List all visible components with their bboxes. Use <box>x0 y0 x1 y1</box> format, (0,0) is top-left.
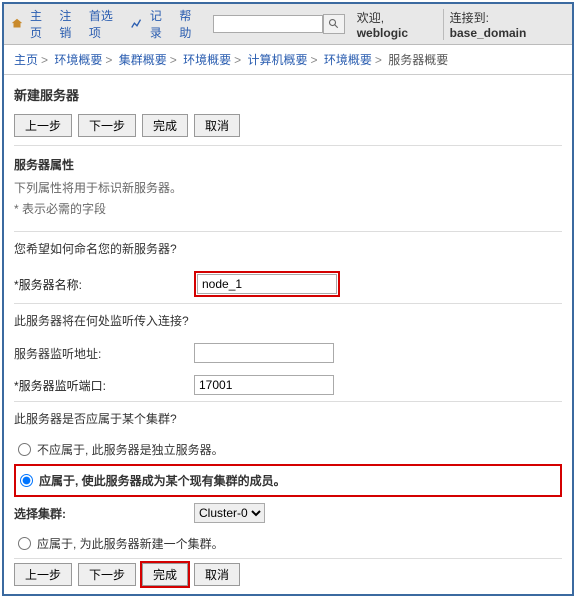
radio-existing[interactable] <box>20 474 33 487</box>
wizard-buttons-top: 上一步 下一步 完成 取消 <box>4 110 572 145</box>
radio-standalone-label: 不应属于, 此服务器是独立服务器。 <box>37 441 224 458</box>
question-listen: 此服务器将在何处监听传入连接? <box>4 304 572 337</box>
next-button[interactable]: 下一步 <box>78 114 136 137</box>
wizard-buttons-bottom: 上一步 下一步 完成 取消 <box>4 559 572 594</box>
breadcrumb: 主页> 环境概要> 集群概要> 环境概要> 计算机概要> 环境概要> 服务器概要 <box>4 45 572 75</box>
crumb-5[interactable]: 环境概要 <box>324 53 372 67</box>
nav-home[interactable]: 主页 <box>30 7 53 41</box>
crumb-4[interactable]: 计算机概要 <box>248 53 308 67</box>
page-title: 新建服务器 <box>4 75 572 110</box>
server-props-section: 服务器属性 下列属性将用于标识新服务器。 * 表示必需的字段 <box>4 146 572 231</box>
radio-new[interactable] <box>18 537 31 550</box>
question-name: 您希望如何命名您的新服务器? <box>4 232 572 265</box>
back-button[interactable]: 上一步 <box>14 114 72 137</box>
domain-name: base_domain <box>450 26 527 40</box>
input-server-name[interactable] <box>197 274 337 294</box>
crumb-3[interactable]: 环境概要 <box>183 53 231 67</box>
record-icon <box>130 17 144 31</box>
crumb-1[interactable]: 环境概要 <box>54 53 102 67</box>
finish-button-bottom[interactable]: 完成 <box>142 563 188 586</box>
radio-standalone[interactable] <box>18 443 31 456</box>
welcome-text: 欢迎, weblogic <box>357 9 437 40</box>
input-listen-port[interactable] <box>194 375 334 395</box>
props-heading: 服务器属性 <box>14 156 562 173</box>
radio-existing-label: 应属于, 使此服务器成为某个现有集群的成员。 <box>39 472 286 489</box>
crumb-2[interactable]: 集群概要 <box>119 53 167 67</box>
next-button-bottom[interactable]: 下一步 <box>78 563 136 586</box>
search-input[interactable] <box>213 15 323 33</box>
back-button-bottom[interactable]: 上一步 <box>14 563 72 586</box>
crumb-current: 服务器概要 <box>388 53 448 67</box>
highlight-existing-cluster: 应属于, 使此服务器成为某个现有集群的成员。 <box>14 464 562 497</box>
search-button[interactable] <box>323 14 345 34</box>
nav-logout[interactable]: 注销 <box>59 7 82 41</box>
radio-row-standalone: 不应属于, 此服务器是独立服务器。 <box>4 435 572 464</box>
required-note: * 表示必需的字段 <box>14 200 562 217</box>
cancel-button[interactable]: 取消 <box>194 114 240 137</box>
finish-button[interactable]: 完成 <box>142 114 188 137</box>
nav-preferences[interactable]: 首选项 <box>89 7 124 41</box>
home-icon <box>10 17 24 31</box>
search-box <box>213 14 345 34</box>
top-toolbar: 主页 注销 首选项 记录 帮助 欢迎, weblogic 连接到: base_d… <box>4 4 572 45</box>
nav-help[interactable]: 帮助 <box>179 7 202 41</box>
row-listen-port: *服务器监听端口: <box>4 369 572 401</box>
label-select-cluster: 选择集群: <box>14 505 194 522</box>
user-name: weblogic <box>357 26 408 40</box>
question-cluster: 此服务器是否应属于某个集群? <box>4 402 572 435</box>
label-server-name: *服务器名称: <box>14 276 194 293</box>
row-server-name: *服务器名称: <box>4 265 572 303</box>
row-listen-addr: 服务器监听地址: <box>4 337 572 369</box>
nav-record[interactable]: 记录 <box>150 7 173 41</box>
connection-text: 连接到: base_domain <box>443 9 566 40</box>
crumb-0[interactable]: 主页 <box>14 53 38 67</box>
cancel-button-bottom[interactable]: 取消 <box>194 563 240 586</box>
highlight-server-name <box>194 271 340 297</box>
input-listen-addr[interactable] <box>194 343 334 363</box>
props-desc: 下列属性将用于标识新服务器。 <box>14 179 562 196</box>
label-listen-port: *服务器监听端口: <box>14 377 194 394</box>
radio-new-label: 应属于, 为此服务器新建一个集群。 <box>37 535 224 552</box>
row-select-cluster: 选择集群: Cluster-0 <box>4 497 572 529</box>
label-listen-addr: 服务器监听地址: <box>14 345 194 362</box>
search-icon <box>328 18 340 30</box>
select-cluster[interactable]: Cluster-0 <box>194 503 265 523</box>
